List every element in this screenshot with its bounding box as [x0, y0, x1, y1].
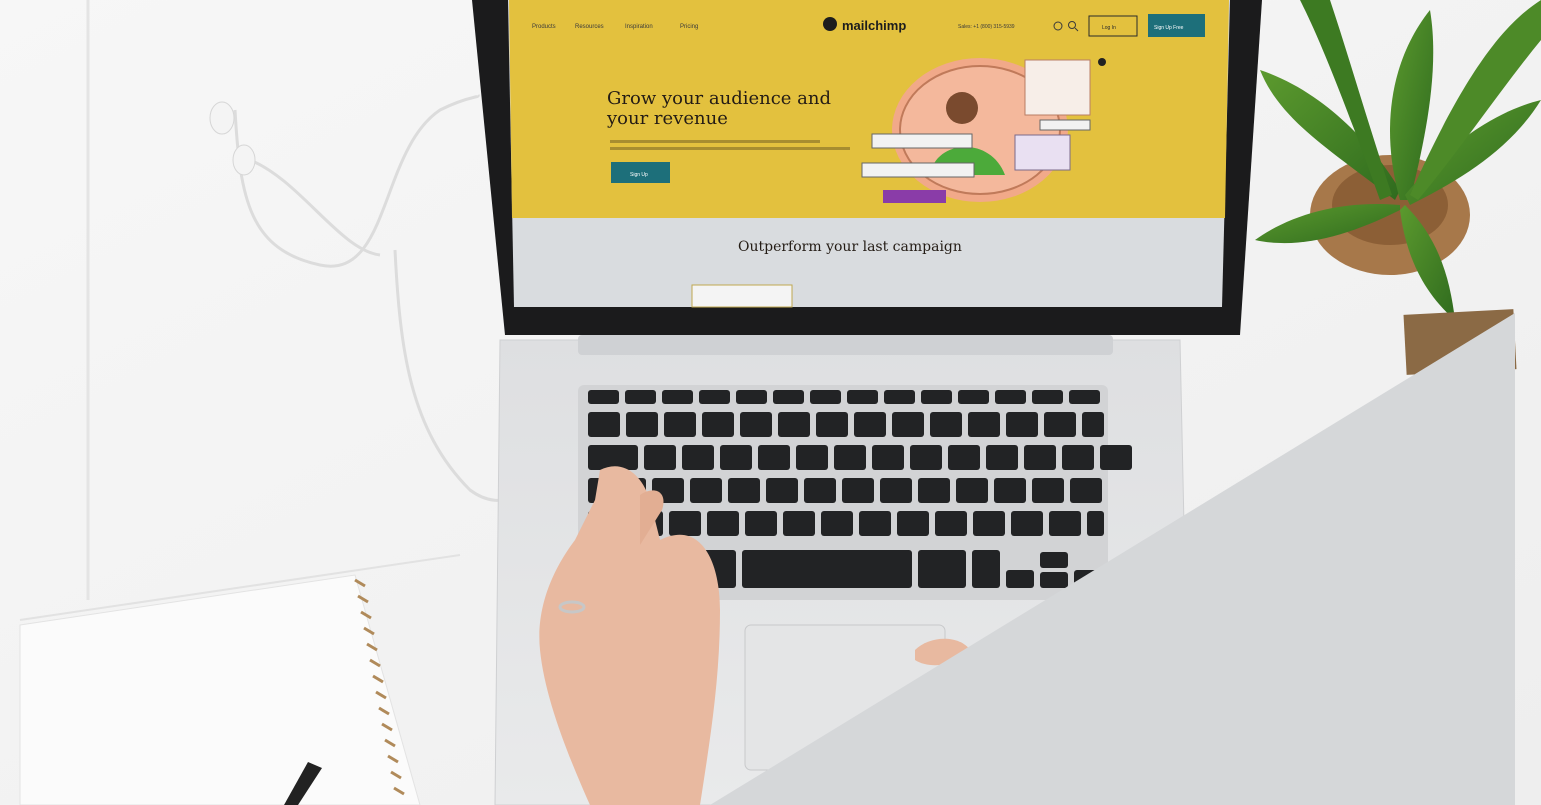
keyboard-key[interactable] — [736, 390, 767, 404]
keyboard-key[interactable] — [930, 412, 962, 437]
keyboard-key[interactable] — [1032, 390, 1063, 404]
login-label: Log In — [1102, 25, 1116, 31]
keyboard-key[interactable] — [644, 445, 676, 470]
keyboard-key[interactable] — [702, 412, 734, 437]
keyboard-key[interactable] — [1069, 390, 1100, 404]
keyboard-key[interactable] — [986, 445, 1018, 470]
hero-body-text — [610, 140, 820, 143]
section-title: Outperform your last campaign — [738, 239, 962, 255]
keyboard-key[interactable] — [682, 445, 714, 470]
keyboard-key[interactable] — [778, 412, 810, 437]
keyboard-key[interactable] — [859, 511, 891, 536]
keyboard-key[interactable] — [872, 445, 904, 470]
keyboard-key[interactable] — [1044, 412, 1076, 437]
logo-icon[interactable] — [823, 17, 837, 31]
keyboard-key[interactable] — [588, 445, 638, 470]
keyboard-key[interactable] — [1006, 412, 1038, 437]
keyboard-key[interactable] — [972, 550, 1000, 588]
keyboard-key[interactable] — [995, 390, 1026, 404]
keyboard-key[interactable] — [626, 412, 658, 437]
keyboard-key[interactable] — [1032, 478, 1064, 503]
keyboard-key[interactable] — [1024, 445, 1056, 470]
keyboard-key[interactable] — [625, 390, 656, 404]
hero-body-text — [610, 147, 850, 150]
photo-scene: Products Resources Inspiration Pricing m… — [0, 0, 1541, 805]
keyboard-key[interactable] — [854, 412, 886, 437]
keyboard-key[interactable] — [796, 445, 828, 470]
site-logo[interactable]: mailchimp — [842, 18, 906, 33]
keyboard-key[interactable] — [847, 390, 878, 404]
keyboard-key[interactable] — [821, 511, 853, 536]
keyboard-key[interactable] — [745, 511, 777, 536]
keyboard-key[interactable] — [842, 478, 874, 503]
hero-cta-label: Sign Up — [630, 172, 648, 178]
keyboard-key[interactable] — [783, 511, 815, 536]
keyboard-key[interactable] — [728, 478, 760, 503]
keyboard-key[interactable] — [690, 478, 722, 503]
keyboard-key[interactable] — [816, 412, 848, 437]
keyboard-key[interactable] — [897, 511, 929, 536]
keyboard-key[interactable] — [892, 412, 924, 437]
hero-title-line2: your revenue — [606, 108, 728, 129]
keyboard-key[interactable] — [720, 445, 752, 470]
keyboard-key[interactable] — [810, 390, 841, 404]
keyboard-key[interactable] — [1100, 445, 1132, 470]
keyboard-key[interactable] — [834, 445, 866, 470]
keyboard-key[interactable] — [973, 511, 1005, 536]
keyboard-key[interactable] — [1070, 478, 1102, 503]
keyboard-key[interactable] — [1087, 511, 1104, 536]
hero-title-line1: Grow your audience and — [607, 88, 831, 109]
keyboard-key[interactable] — [921, 390, 952, 404]
keyboard-key[interactable] — [956, 478, 988, 503]
keyboard-key[interactable] — [707, 511, 739, 536]
keyboard-key[interactable] — [1006, 570, 1034, 588]
section-card — [691, 284, 793, 308]
keyboard-key[interactable] — [588, 412, 620, 437]
signup-label: Sign Up Free — [1154, 25, 1184, 31]
nav-item-inspiration[interactable]: Inspiration — [625, 24, 653, 30]
keyboard-key[interactable] — [1062, 445, 1094, 470]
keyboard-key[interactable] — [880, 478, 912, 503]
nav-item-pricing[interactable]: Pricing — [680, 24, 698, 30]
keyboard-key[interactable] — [662, 390, 693, 404]
keyboard-key[interactable] — [804, 478, 836, 503]
keyboard-key[interactable] — [884, 390, 915, 404]
keyboard-key[interactable] — [918, 550, 966, 588]
keyboard-key[interactable] — [1082, 412, 1104, 437]
keyboard-key[interactable] — [699, 390, 730, 404]
keyboard-key[interactable] — [588, 390, 619, 404]
keyboard-key[interactable] — [1040, 572, 1068, 588]
keyboard-key[interactable] — [664, 412, 696, 437]
keyboard-key[interactable] — [742, 550, 912, 588]
keyboard-key[interactable] — [1011, 511, 1043, 536]
keyboard-key[interactable] — [1049, 511, 1081, 536]
keyboard-key[interactable] — [958, 390, 989, 404]
keyboard-key[interactable] — [740, 412, 772, 437]
sales-phone: Sales: +1 (800) 315-5939 — [958, 24, 1015, 30]
keyboard-key[interactable] — [918, 478, 950, 503]
nav-item-resources[interactable]: Resources — [575, 24, 604, 30]
keyboard-key[interactable] — [935, 511, 967, 536]
keyboard-key[interactable] — [766, 478, 798, 503]
keyboard-key[interactable] — [669, 511, 701, 536]
keyboard-key[interactable] — [773, 390, 804, 404]
keyboard-key[interactable] — [994, 478, 1026, 503]
keyboard-key[interactable] — [948, 445, 980, 470]
keyboard-key[interactable] — [1040, 552, 1068, 568]
keyboard-key[interactable] — [910, 445, 942, 470]
keyboard-key[interactable] — [968, 412, 1000, 437]
nav-item-products[interactable]: Products — [532, 24, 556, 30]
keyboard-key[interactable] — [758, 445, 790, 470]
